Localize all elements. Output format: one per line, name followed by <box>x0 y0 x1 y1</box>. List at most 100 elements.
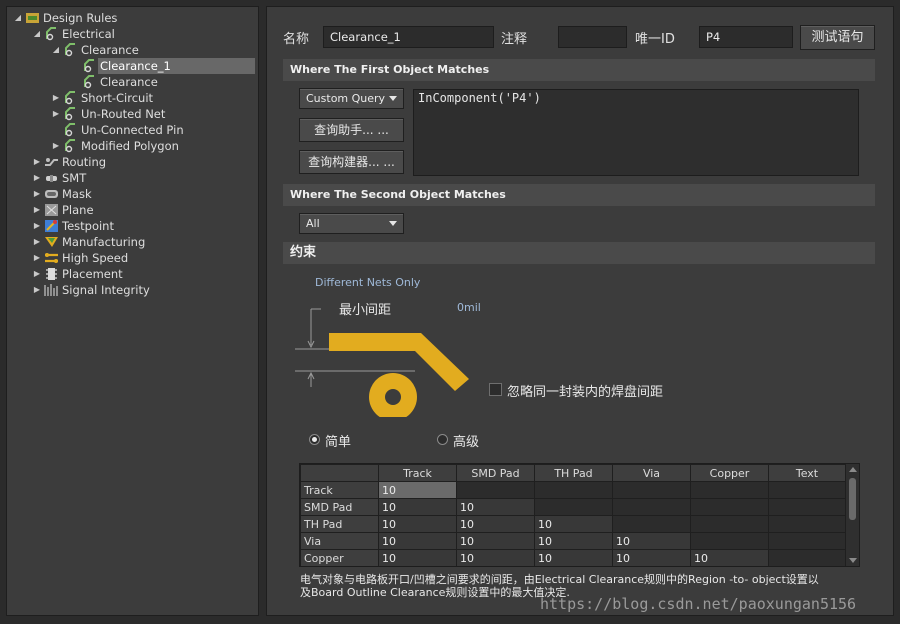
expand-toggle-icon[interactable]: ▶ <box>32 170 42 186</box>
matrix-cell <box>612 515 691 533</box>
matrix-row: TH Pad 10 10 10 <box>300 515 846 533</box>
expand-toggle-icon[interactable]: ▶ <box>51 90 61 106</box>
ignore-pads-label: 忽略同一封装内的焊盘间距 <box>507 385 664 400</box>
watermark-text: https://blog.csdn.net/paoxungan5156 <box>540 595 857 613</box>
second-object-section-header: Where The Second Object Matches <box>283 184 875 206</box>
expand-toggle-icon[interactable]: ▶ <box>51 106 61 122</box>
matrix-cell[interactable]: 10 <box>378 549 457 566</box>
name-field[interactable]: Clearance_1 <box>323 26 494 48</box>
expand-toggle-icon[interactable]: ▶ <box>32 266 42 282</box>
scroll-down-icon[interactable] <box>849 558 857 563</box>
matrix-cell[interactable]: 10 <box>690 549 769 566</box>
collapse-toggle-icon[interactable]: ◢ <box>51 42 61 58</box>
manufacturing-icon <box>45 237 58 247</box>
matrix-cell <box>534 498 613 516</box>
short-circuit-rule-icon <box>65 91 75 105</box>
expand-toggle-icon[interactable]: ▶ <box>32 282 42 298</box>
matrix-vertical-scrollbar[interactable] <box>845 464 859 566</box>
collapse-toggle-icon[interactable]: ◢ <box>13 10 23 26</box>
matrix-row: SMD Pad 10 10 <box>300 498 846 516</box>
matrix-cell[interactable]: 10 <box>534 532 613 550</box>
high-speed-icon <box>45 253 58 263</box>
clearance-matrix[interactable]: Track SMD Pad TH Pad Via Copper Text Tra… <box>299 463 860 567</box>
first-object-section-header: Where The First Object Matches <box>283 59 875 81</box>
comment-field[interactable] <box>558 26 627 48</box>
plane-icon <box>45 204 58 216</box>
signal-integrity-icon <box>44 284 58 296</box>
query-helper-button[interactable]: 查询助手... ... <box>299 118 404 142</box>
simple-mode-radio[interactable] <box>309 434 320 445</box>
row-header: TH Pad <box>300 515 379 533</box>
matrix-cell[interactable]: 10 <box>378 532 457 550</box>
row-header: Track <box>300 481 379 499</box>
first-object-query-type-value: Custom Query <box>306 92 386 105</box>
matrix-cell <box>534 481 613 499</box>
mask-icon <box>45 190 58 198</box>
clearance-rule-icon <box>84 59 94 73</box>
second-object-query-type-value: All <box>306 217 320 230</box>
query-text-area[interactable]: InComponent('P4') <box>413 89 859 176</box>
matrix-cell[interactable]: 10 <box>456 532 535 550</box>
scrollbar-thumb[interactable] <box>849 478 856 520</box>
matrix-cell[interactable]: 10 <box>534 549 613 566</box>
constraints-section-header: 约束 <box>283 242 875 264</box>
column-header: Copper <box>690 464 769 482</box>
rules-tree[interactable]: ◢ Design Rules ◢ Electrical ◢ Clearance … <box>6 6 259 616</box>
matrix-cell <box>612 481 691 499</box>
chevron-down-icon <box>389 221 397 226</box>
expand-toggle-icon[interactable]: ▶ <box>32 250 42 266</box>
matrix-cell[interactable]: 10 <box>378 498 457 516</box>
un-routed-net-rule-icon <box>65 107 75 121</box>
collapse-toggle-icon[interactable]: ◢ <box>32 26 42 42</box>
query-builder-button[interactable]: 查询构建器... ... <box>299 150 404 174</box>
expand-toggle-icon[interactable]: ▶ <box>51 138 61 154</box>
matrix-row: Track 10 <box>300 481 846 499</box>
clearance-rule-icon <box>65 43 75 57</box>
expand-toggle-icon[interactable]: ▶ <box>32 186 42 202</box>
unique-id-field[interactable]: P4 <box>699 26 793 48</box>
modified-polygon-rule-icon <box>65 139 75 153</box>
matrix-cell[interactable]: 10 <box>456 498 535 516</box>
matrix-cell <box>768 498 846 516</box>
matrix-cell[interactable]: 10 <box>456 515 535 533</box>
expand-toggle-icon[interactable]: ▶ <box>32 218 42 234</box>
matrix-cell <box>690 481 769 499</box>
matrix-corner-cell <box>300 464 379 482</box>
matrix-cell[interactable]: 10 <box>378 481 457 499</box>
name-label: 名称 <box>283 32 310 47</box>
matrix-cell <box>690 515 769 533</box>
matrix-cell <box>456 481 535 499</box>
matrix-cell[interactable]: 10 <box>612 549 691 566</box>
column-header: SMD Pad <box>456 464 535 482</box>
expand-toggle-icon[interactable]: ▶ <box>32 234 42 250</box>
expand-toggle-icon[interactable]: ▶ <box>32 154 42 170</box>
matrix-cell[interactable]: 10 <box>612 532 691 550</box>
test-query-button[interactable]: 测试语句 <box>800 25 875 50</box>
matrix-cell[interactable]: 10 <box>378 515 457 533</box>
matrix-cell[interactable]: 10 <box>456 549 535 566</box>
expand-toggle-icon[interactable]: ▶ <box>32 202 42 218</box>
first-object-query-type-select[interactable]: Custom Query <box>299 88 404 109</box>
electrical-rule-icon <box>46 27 56 41</box>
column-header: Via <box>612 464 691 482</box>
different-nets-only-label[interactable]: Different Nets Only <box>315 276 420 289</box>
matrix-cell[interactable]: 10 <box>534 515 613 533</box>
testpoint-icon <box>45 220 58 232</box>
clearance-rule-icon <box>84 75 94 89</box>
row-header: Copper <box>300 549 379 566</box>
matrix-row: Via 10 10 10 10 <box>300 532 846 550</box>
chevron-down-icon <box>389 96 397 101</box>
smt-icon <box>46 175 57 182</box>
scroll-up-icon[interactable] <box>849 467 857 472</box>
second-object-query-type-select[interactable]: All <box>299 213 404 234</box>
matrix-cell <box>768 515 846 533</box>
advanced-mode-label: 高级 <box>453 435 480 450</box>
advanced-mode-radio[interactable] <box>437 434 448 445</box>
ignore-pads-checkbox[interactable] <box>489 383 502 396</box>
matrix-cell <box>768 532 846 550</box>
column-header: TH Pad <box>534 464 613 482</box>
matrix-cell <box>768 549 846 566</box>
matrix-cell <box>690 498 769 516</box>
comment-label: 注释 <box>501 32 528 47</box>
design-rules-icon <box>26 13 39 23</box>
